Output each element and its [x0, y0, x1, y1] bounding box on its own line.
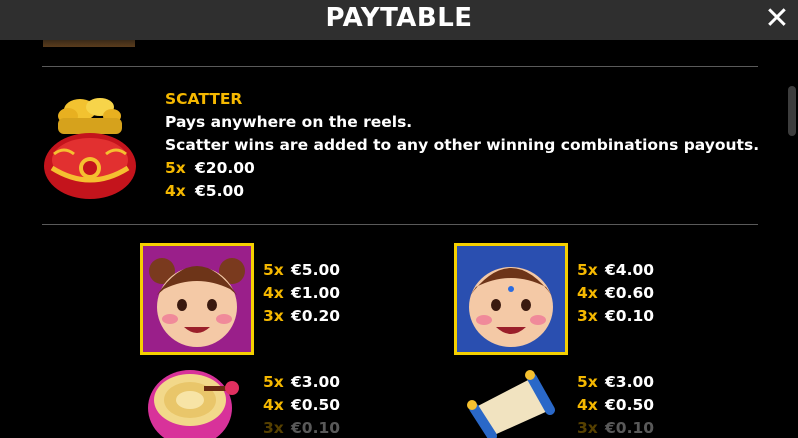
scatter-title: SCATTER: [165, 90, 243, 108]
pay-value: €0.10: [605, 419, 655, 437]
pay-count: 4x: [577, 396, 598, 414]
header-bar: PAYTABLE ✕: [0, 0, 798, 40]
pay-row: 4x €0.50: [263, 394, 340, 417]
page-title: PAYTABLE: [325, 3, 473, 33]
boy-symbol-icon: [454, 243, 568, 355]
pay-row: 5x €20.00: [165, 157, 759, 180]
pay-row: 5x €5.00: [263, 259, 340, 282]
pay-value: €20.00: [195, 159, 255, 177]
divider: [42, 66, 758, 67]
close-icon[interactable]: ✕: [762, 2, 792, 36]
pay-row: 5x €3.00: [263, 371, 340, 394]
scrollbar-thumb[interactable]: [788, 86, 796, 136]
pay-count: 3x: [263, 307, 284, 325]
pay-count: 4x: [165, 182, 186, 200]
pay-count: 5x: [263, 261, 284, 279]
pay-count: 5x: [165, 159, 186, 177]
scatter-pot-icon: [40, 92, 140, 200]
pay-row: 5x €4.00: [577, 259, 654, 282]
pay-row: 4x €5.00: [165, 180, 759, 203]
symbol-pays-scroll: 5x €3.00 4x €0.50 3x €0.10: [577, 371, 654, 438]
symbol-pays-girl: 5x €5.00 4x €1.00 3x €0.20: [263, 259, 340, 328]
pay-value: €3.00: [291, 373, 341, 391]
pay-row: 4x €0.50: [577, 394, 654, 417]
divider: [42, 224, 758, 225]
scatter-line-1: Pays anywhere on the reels.: [165, 113, 413, 131]
previous-symbol-image: [43, 40, 135, 47]
pay-count: 4x: [577, 284, 598, 302]
scroll-symbol-icon: [460, 364, 560, 438]
pay-value: €0.20: [291, 307, 341, 325]
pay-value: €0.10: [605, 307, 655, 325]
pay-row: 3x €0.10: [263, 417, 340, 438]
pay-count: 3x: [263, 419, 284, 437]
pay-value: €0.50: [605, 396, 655, 414]
scatter-description: SCATTER Pays anywhere on the reels. Scat…: [165, 88, 759, 203]
pay-row: 4x €0.60: [577, 282, 654, 305]
girl-symbol-icon: [140, 243, 254, 355]
paytable-content: SCATTER Pays anywhere on the reels. Scat…: [0, 40, 786, 438]
drum-symbol-icon: [144, 362, 244, 438]
pay-value: €0.60: [605, 284, 655, 302]
pay-row: 3x €0.20: [263, 305, 340, 328]
pay-value: €0.10: [291, 419, 341, 437]
pay-value: €5.00: [195, 182, 245, 200]
pay-value: €4.00: [605, 261, 655, 279]
pay-count: 3x: [577, 307, 598, 325]
pay-count: 4x: [263, 284, 284, 302]
symbol-pays-boy: 5x €4.00 4x €0.60 3x €0.10: [577, 259, 654, 328]
symbol-pays-drum: 5x €3.00 4x €0.50 3x €0.10: [263, 371, 340, 438]
pay-value: €1.00: [291, 284, 341, 302]
pay-row: 3x €0.10: [577, 305, 654, 328]
pay-count: 5x: [263, 373, 284, 391]
pay-value: €3.00: [605, 373, 655, 391]
pay-row: 3x €0.10: [577, 417, 654, 438]
pay-row: 4x €1.00: [263, 282, 340, 305]
pay-count: 5x: [577, 261, 598, 279]
pay-count: 5x: [577, 373, 598, 391]
pay-value: €5.00: [291, 261, 341, 279]
pay-row: 5x €3.00: [577, 371, 654, 394]
pay-count: 3x: [577, 419, 598, 437]
pay-value: €0.50: [291, 396, 341, 414]
scatter-line-2: Scatter wins are added to any other winn…: [165, 136, 760, 154]
pay-count: 4x: [263, 396, 284, 414]
